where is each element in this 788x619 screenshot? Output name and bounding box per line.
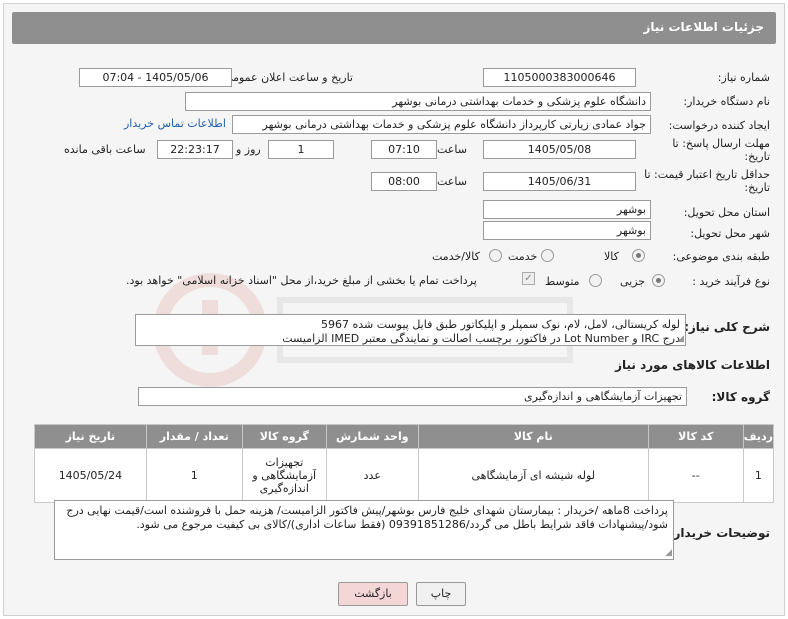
deadline-date-field[interactable]: 1405/05/08 xyxy=(483,140,636,159)
page-title: جزئیات اطلاعات نیاز xyxy=(643,20,764,34)
need-number-label: شماره نیاز: xyxy=(717,71,770,84)
buyer-org-field[interactable]: دانشگاه علوم پزشکی و خدمات بهداشتی درمان… xyxy=(185,92,651,111)
price-validity-label: حداقل تاریخ اعتبار قیمت: تا تاریخ: xyxy=(644,168,770,194)
category-label: طبقه بندی موضوعی: xyxy=(672,250,770,263)
deadline-time-field[interactable]: 07:10 xyxy=(371,140,437,159)
resize-handle-icon[interactable]: ◢ xyxy=(674,334,684,344)
resize-handle-icon[interactable]: ◢ xyxy=(662,548,672,558)
buyer-contact-link[interactable]: اطلاعات تماس خریدار xyxy=(124,117,226,130)
goods-group-field[interactable]: تجهیزات آزمایشگاهی و اندازه‌گیری xyxy=(138,387,687,406)
deadline-days-label: روز و xyxy=(236,143,261,156)
cell-row-number: 1 xyxy=(742,448,775,503)
category-radio-service[interactable] xyxy=(541,249,554,262)
back-button[interactable]: بازگشت xyxy=(338,582,408,606)
deadline-days-field[interactable]: 1 xyxy=(268,140,334,159)
cell-group: تجهیزات آزمایشگاهی و اندازه‌گیری xyxy=(241,448,327,503)
buyer-notes-label: توضیحات خریدار: xyxy=(668,526,770,540)
price-validity-time-label: ساعت xyxy=(437,175,467,188)
requester-label: ایجاد کننده درخواست: xyxy=(668,119,770,132)
cell-date: 1405/05/24 xyxy=(34,448,147,503)
buyer-org-label: نام دستگاه خریدار: xyxy=(683,95,770,108)
cell-qty: 1 xyxy=(145,448,243,503)
items-table: ردیف کد کالا نام کالا واحد شمارش گروه کا… xyxy=(34,424,775,503)
goods-info-title: اطلاعات کالاهای مورد نیاز xyxy=(615,358,770,372)
category-radio-goods[interactable] xyxy=(632,249,645,262)
deadline-remaining-label: ساعت باقی مانده xyxy=(64,143,146,156)
buyer-notes-text: پرداخت 8ماهه /خریدار : بیمارستان شهدای خ… xyxy=(66,504,668,531)
table-row[interactable]: 1 -- لوله شیشه ای آزمایشگاهی عدد تجهیزات… xyxy=(34,448,775,503)
treasury-payment-checkbox[interactable]: ✓ xyxy=(522,272,535,285)
announce-datetime-label: تاریخ و ساعت اعلان عمومی: xyxy=(220,71,353,84)
col-header-name: نام کالا xyxy=(417,424,649,449)
col-header-group: گروه کالا xyxy=(241,424,327,449)
description-line-1: لوله کریستالی، لامل، لام، نوک سمپلر و اپ… xyxy=(321,318,680,331)
cell-name: لوله شیشه ای آزمایشگاهی xyxy=(417,448,649,503)
category-option-service: خدمت xyxy=(508,250,538,263)
delivery-city-label: شهر محل تحویل: xyxy=(690,227,770,240)
category-option-goods-service: کالا/خدمت xyxy=(432,250,480,263)
cell-unit: عدد xyxy=(325,448,419,503)
description-line-2: درج IRC و Lot Number در فاکتور، برچسب اص… xyxy=(282,332,680,345)
category-option-goods: کالا xyxy=(604,250,619,263)
description-label: شرح کلی نیاز: xyxy=(684,320,770,334)
price-validity-time-field[interactable]: 08:00 xyxy=(371,172,437,191)
need-number-field[interactable]: 1105000383000646 xyxy=(483,68,636,87)
col-header-row-number: ردیف xyxy=(742,424,775,449)
process-type-label: نوع فرآیند خرید : xyxy=(692,275,770,288)
table-header-row: ردیف کد کالا نام کالا واحد شمارش گروه کا… xyxy=(34,424,775,449)
buyer-notes-textarea[interactable]: پرداخت 8ماهه /خریدار : بیمارستان شهدای خ… xyxy=(54,500,674,560)
delivery-province-field[interactable]: بوشهر xyxy=(483,200,651,219)
deadline-remaining-field[interactable]: 22:23:17 xyxy=(157,140,233,159)
price-validity-date-field[interactable]: 1405/06/31 xyxy=(483,172,636,191)
announce-datetime-field[interactable]: 1405/05/06 - 07:04 xyxy=(79,68,232,87)
print-button[interactable]: چاپ xyxy=(416,582,466,606)
category-radio-goods-service[interactable] xyxy=(489,249,502,262)
goods-group-label: گروه کالا: xyxy=(711,390,770,404)
cell-code: -- xyxy=(647,448,744,503)
treasury-payment-note: پرداخت تمام یا بخشی از مبلغ خرید،از محل … xyxy=(126,274,477,287)
col-header-qty: تعداد / مقدار xyxy=(145,424,243,449)
col-header-code: کد کالا xyxy=(647,424,744,449)
delivery-province-label: استان محل تحویل: xyxy=(683,206,770,219)
description-textarea[interactable]: لوله کریستالی، لامل، لام، نوک سمپلر و اپ… xyxy=(135,314,686,346)
col-header-date: تاریخ نیاز xyxy=(34,424,147,449)
header-bar: جزئیات اطلاعات نیاز xyxy=(12,12,776,44)
deadline-time-label: ساعت xyxy=(437,143,467,156)
col-header-unit: واحد شمارش xyxy=(325,424,419,449)
process-radio-minor[interactable] xyxy=(652,274,665,287)
requester-field[interactable]: جواد عمادی زیارتی کارپرداز دانشگاه علوم … xyxy=(232,115,651,134)
process-option-medium: متوسط xyxy=(545,275,580,288)
process-radio-medium[interactable] xyxy=(589,274,602,287)
process-option-minor: جزیی xyxy=(620,275,646,288)
delivery-city-field[interactable]: بوشهر xyxy=(483,221,651,240)
deadline-label: مهلت ارسال پاسخ: تا تاریخ: xyxy=(672,137,770,163)
